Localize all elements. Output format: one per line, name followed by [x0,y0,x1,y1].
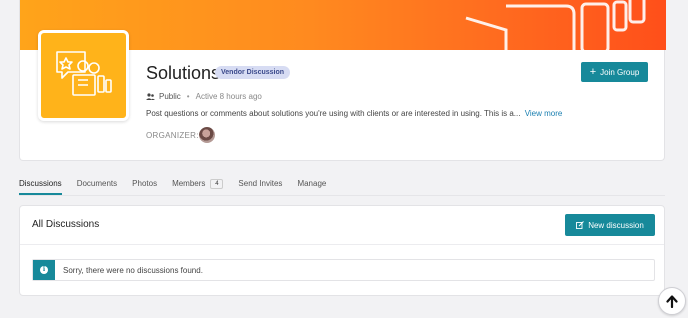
tab-photos-label: Photos [132,179,158,188]
tab-documents[interactable]: Documents [77,179,117,195]
tab-send-invites[interactable]: Send Invites [238,179,282,195]
privacy-label: Public [159,92,181,101]
tab-members-label: Members [172,179,206,188]
members-count-badge: 4 [210,179,224,189]
meta-separator: • [186,92,190,101]
group-tabs: Discussions Documents Photos Members 4 S… [19,179,341,195]
tabs-divider [19,195,665,196]
group-header-card: Solutions [19,0,666,161]
info-icon: i [40,266,48,274]
banner-decoration [465,0,646,50]
vendor-discussion-badge: Vendor Discussion [215,66,291,79]
info-icon-box: i [33,260,55,280]
empty-state-message: Sorry, there were no discussions found. [63,266,203,275]
tab-documents-label: Documents [76,179,118,188]
organizer-avatar[interactable] [199,127,215,143]
activity-status: Active 8 hours ago [195,92,262,101]
tab-send-invites-label: Send Invites [238,179,283,188]
new-discussion-label: New discussion [588,220,644,230]
scroll-to-top-button[interactable] [658,287,686,315]
group-logo [38,30,129,121]
new-discussion-button[interactable]: New discussion [565,214,655,236]
tab-members[interactable]: Members 4 [172,179,224,195]
discussions-divider [20,244,664,245]
view-more-link[interactable]: View more [525,109,563,118]
tab-manage-label: Manage [297,179,327,188]
discussions-card: All Discussions New discussion i Sorry, … [19,205,665,296]
description-text: Post questions or comments about solutio… [146,109,521,118]
join-group-label: Join Group [600,67,640,77]
join-group-button[interactable]: + Join Group [581,62,648,82]
empty-state-alert: i Sorry, there were no discussions found… [32,259,655,281]
discussions-title: All Discussions [32,219,100,230]
edit-icon [576,221,585,229]
organizer-label: ORGANIZER: [146,131,199,140]
plus-icon: + [589,65,597,78]
arrow-up-icon [666,294,678,308]
tab-discussions-label: Discussions [19,179,62,188]
tab-photos[interactable]: Photos [132,179,157,195]
people-icon [146,92,155,100]
group-meta: Public • Active 8 hours ago [146,92,262,101]
group-title: Solutions [146,63,221,83]
tab-manage[interactable]: Manage [297,179,326,195]
tab-discussions[interactable]: Discussions [19,179,62,195]
group-description: Post questions or comments about solutio… [146,109,562,118]
group-logo-icon [55,50,112,96]
